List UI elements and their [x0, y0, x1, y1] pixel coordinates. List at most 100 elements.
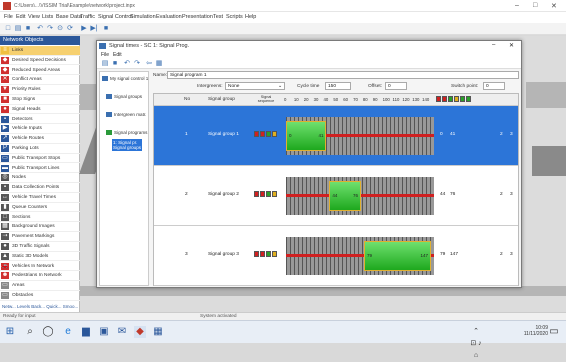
open-folder-icon[interactable]: ▤ [14, 25, 22, 33]
row-value-b[interactable]: 3 [510, 192, 513, 197]
dialog-minimize-button[interactable]: – [492, 42, 495, 48]
network-object-item[interactable]: ▭ Public Transport Stops [0, 154, 80, 164]
menu-signal-control[interactable]: Signal Control [98, 14, 133, 20]
menu-traffic[interactable]: Traffic [80, 14, 95, 20]
menu-base-data[interactable]: Base Data [56, 14, 82, 20]
tree-root[interactable]: My signal control 1 [102, 76, 148, 82]
network-object-item[interactable]: ▬ Public Transport Lines [0, 164, 80, 174]
network-object-item[interactable]: ◎ Nodes [0, 173, 80, 183]
action-center-icon[interactable]: ▭ [548, 326, 560, 338]
save-icon[interactable]: ■ [24, 25, 32, 33]
new-file-icon[interactable]: □ [4, 25, 12, 33]
signal-tool-icon[interactable]: ▦ [152, 326, 164, 338]
network-object-item[interactable]: 🚗 Vehicles In Network [0, 262, 80, 272]
cycle-time-field[interactable]: 150 [325, 82, 351, 90]
network-object-item[interactable]: ● 3D Traffic Signals [0, 242, 80, 252]
network-object-item[interactable]: ● Signal Heads [0, 105, 80, 115]
signal-sequence-lamps[interactable] [254, 251, 278, 259]
menu-test[interactable]: Test [213, 14, 223, 20]
network-object-item[interactable]: ◆ Reduced Speed Areas [0, 66, 80, 76]
signal-group-row[interactable]: 2 Signal group 2 44 76 44 76 2 3 [154, 166, 518, 226]
green-phase-bar[interactable]: 0 41 [286, 121, 327, 151]
dialog-menu-file[interactable]: File [101, 52, 109, 58]
clock[interactable]: 10:09 11/11/2020 [524, 325, 548, 337]
name-field[interactable]: Signal program 1 [167, 71, 519, 79]
menu-view[interactable]: View [28, 14, 40, 20]
network-object-item[interactable]: □ Sections [0, 213, 80, 223]
edge-icon[interactable]: e [62, 326, 74, 338]
undo-icon[interactable]: ↶ [36, 25, 44, 33]
navigate-icon[interactable]: ⇦ [145, 60, 153, 68]
network-object-item[interactable]: ✕ Conflict Areas [0, 75, 80, 85]
green-start-value[interactable]: 0 [440, 132, 443, 137]
zoom-icon[interactable]: ⊙ [56, 25, 64, 33]
signal-timeline[interactable]: 44 76 [286, 177, 434, 215]
row-value-b[interactable]: 3 [510, 132, 513, 137]
refresh-icon[interactable]: ⟳ [66, 25, 74, 33]
grid-icon[interactable]: ▦ [155, 60, 163, 68]
task-view-icon[interactable]: ◯ [42, 326, 54, 338]
network-object-item[interactable]: ▦ Background Images [0, 222, 80, 232]
vissim-app-icon[interactable]: ◆ [134, 326, 146, 338]
intergreens-select[interactable]: None ⌄ [225, 82, 285, 90]
play-icon[interactable]: ▶ [80, 25, 88, 33]
network-object-item[interactable]: ◆ Desired Speed Decisions [0, 56, 80, 66]
menu-edit[interactable]: Edit [16, 14, 25, 20]
signal-sequence-lamps[interactable] [254, 191, 278, 199]
network-object-item[interactable]: ▪ Detectors [0, 115, 80, 125]
notification-tray-icon[interactable]: ⌃ ⊡ ♪ ⌂ [470, 326, 482, 359]
offset-field[interactable]: 0 [385, 82, 407, 90]
green-end-value[interactable]: 41 [450, 132, 455, 137]
undo-icon[interactable]: ↶ [123, 60, 131, 68]
signal-timeline[interactable]: 79 147 [286, 237, 434, 275]
panel-tabs[interactable]: Netw... Levels Back... Quick... Smoo... [0, 304, 80, 312]
menu-help[interactable]: Help [245, 14, 256, 20]
network-object-item[interactable]: ▲ Static 3D Models [0, 252, 80, 262]
tree-program-item[interactable]: 1: Signal pr. Signal groups [112, 139, 143, 151]
signal-sequence-lamps[interactable] [254, 131, 278, 139]
row-value-b[interactable]: 3 [510, 252, 513, 257]
menu-file[interactable]: File [4, 14, 13, 20]
signal-group-row[interactable]: 1 Signal group 1 0 41 0 41 2 3 [154, 106, 518, 166]
green-phase-bar[interactable]: 79 147 [363, 241, 432, 271]
menu-evaluation[interactable]: Evaluation [156, 14, 182, 20]
signal-group-row[interactable]: 3 Signal group 3 79 147 79 147 2 3 [154, 226, 518, 286]
row-signal-group[interactable]: Signal group 2 [208, 192, 239, 197]
minimize-button[interactable]: – [515, 2, 519, 9]
network-object-item[interactable]: ▪ Data Collection Points [0, 183, 80, 193]
network-object-item[interactable]: ▶ Vehicle Inputs [0, 124, 80, 134]
row-value-a[interactable]: 2 [500, 132, 503, 137]
save-icon[interactable]: ■ [111, 60, 119, 68]
close-button[interactable]: ✕ [551, 2, 557, 10]
file-explorer-icon[interactable]: ▆ [80, 326, 92, 338]
network-object-item[interactable]: ↔ Vehicle Travel Times [0, 193, 80, 203]
menu-scripts[interactable]: Scripts [226, 14, 243, 20]
maximize-button[interactable]: □ [533, 2, 537, 9]
row-value-a[interactable]: 2 [500, 192, 503, 197]
store-icon[interactable]: ▣ [98, 326, 110, 338]
green-end-value[interactable]: 147 [450, 252, 458, 257]
green-phase-bar[interactable]: 44 76 [329, 181, 361, 211]
stop-icon[interactable]: ■ [102, 25, 110, 33]
switch-point-field[interactable]: 0 [483, 82, 505, 90]
redo-icon[interactable]: ↷ [133, 60, 141, 68]
tree-signal-programs[interactable]: Signal programs [106, 130, 147, 136]
green-start-value[interactable]: 44 [440, 192, 445, 197]
signal-timeline[interactable]: 0 41 [286, 117, 434, 155]
network-object-item[interactable]: ▭ Obstacles [0, 291, 80, 301]
step-icon[interactable]: ▶| [90, 25, 98, 33]
row-signal-group[interactable]: Signal group 3 [208, 252, 239, 257]
tree-signal-groups[interactable]: Signal groups [106, 94, 142, 100]
mail-icon[interactable]: ✉ [116, 326, 128, 338]
windows-start-icon[interactable]: ⊞ [4, 326, 16, 338]
network-object-item[interactable]: ≡ Links [0, 46, 80, 56]
new-icon[interactable]: ▤ [101, 60, 109, 68]
network-object-item[interactable]: ☻ Pedestrians In Network [0, 271, 80, 281]
tree-intergreen[interactable]: Intergreen matr. [106, 112, 146, 118]
dialog-menu-edit[interactable]: Edit [113, 52, 122, 58]
redo-icon[interactable]: ↷ [46, 25, 54, 33]
green-start-value[interactable]: 79 [440, 252, 445, 257]
network-object-item[interactable]: ■ Stop Signs [0, 95, 80, 105]
network-object-item[interactable]: ▭ Areas [0, 281, 80, 291]
search-icon[interactable]: ⌕ [24, 326, 36, 338]
